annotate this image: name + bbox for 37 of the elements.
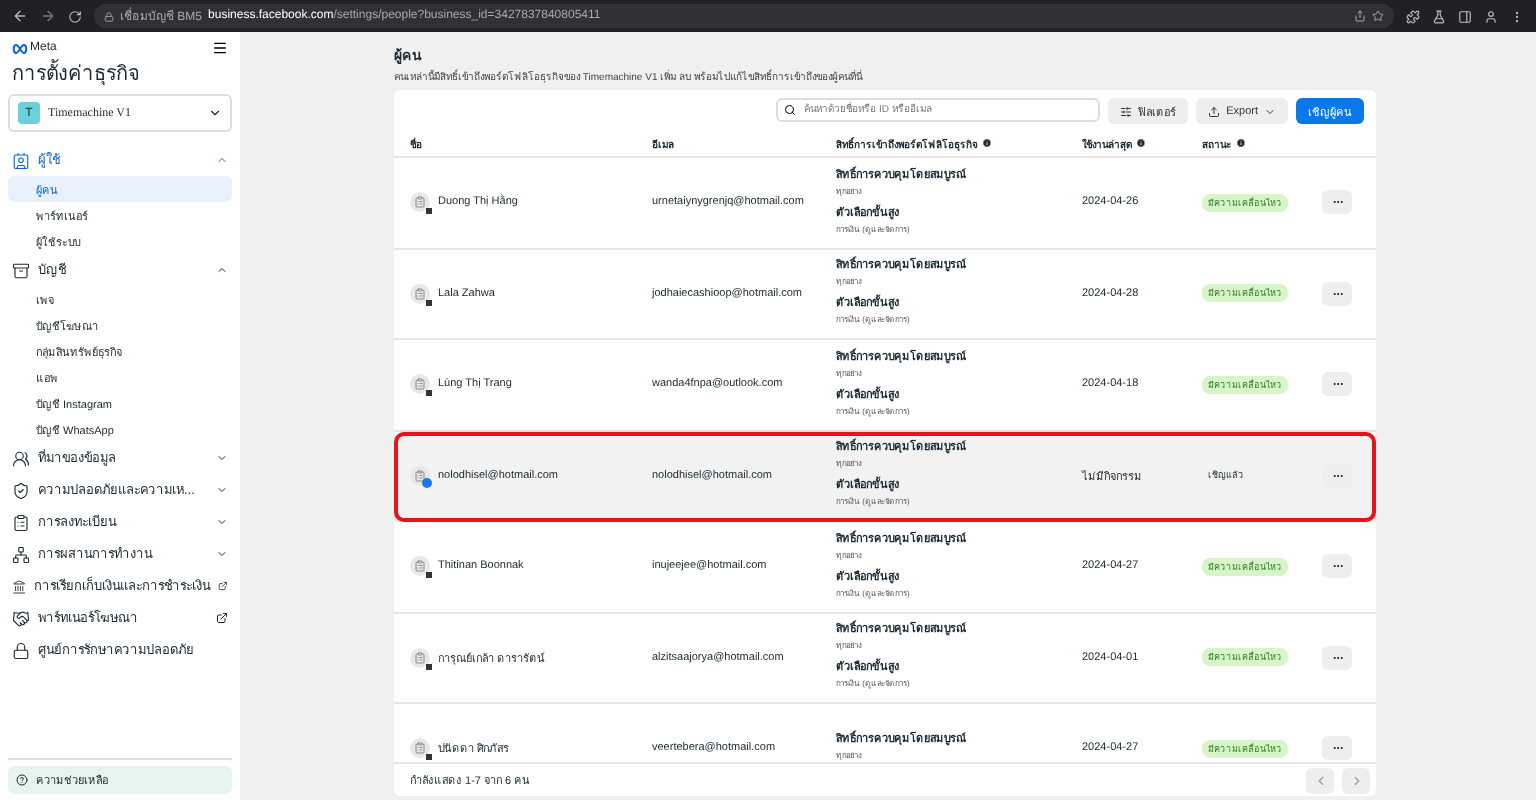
id-card-icon	[12, 151, 30, 169]
bank-icon	[12, 577, 27, 595]
chevron-right-icon	[1349, 773, 1363, 787]
handshake-icon	[12, 609, 30, 627]
chevron-left-icon	[1313, 773, 1327, 787]
share-icon[interactable]	[1354, 10, 1366, 22]
clipboard-icon	[12, 513, 30, 531]
star-icon[interactable]	[1372, 10, 1384, 22]
upload-icon	[1208, 105, 1221, 117]
user-avatar	[410, 374, 430, 395]
caret-icon	[1264, 105, 1276, 117]
user-avatar	[410, 465, 430, 486]
user-avatar	[410, 283, 430, 304]
user-avatar	[410, 556, 430, 577]
search-icon	[784, 104, 797, 116]
menu-icon[interactable]	[212, 40, 228, 56]
people-icon	[12, 449, 30, 467]
user-avatar	[410, 647, 430, 668]
user-avatar	[410, 192, 430, 213]
forward-icon[interactable]	[40, 8, 56, 24]
infinity-icon	[12, 43, 28, 53]
extensions-icon[interactable]	[1406, 9, 1420, 23]
lock-icon	[104, 11, 114, 21]
caret-icon	[208, 106, 222, 120]
archive-box-icon	[12, 261, 30, 279]
help-icon	[16, 774, 28, 786]
reload-icon[interactable]	[68, 9, 82, 23]
lock-icon	[12, 641, 30, 659]
flask-icon[interactable]	[1432, 9, 1446, 23]
network-icon	[12, 545, 30, 563]
shield-icon	[12, 481, 30, 499]
menu-icon[interactable]	[1510, 9, 1524, 23]
sliders-icon	[1120, 105, 1133, 117]
profile-icon[interactable]	[1484, 9, 1498, 23]
side-panel-icon[interactable]	[1458, 9, 1472, 23]
sidebar-title: การตั้งค่าธุรกิจ	[8, 56, 232, 94]
back-icon[interactable]	[12, 8, 28, 24]
